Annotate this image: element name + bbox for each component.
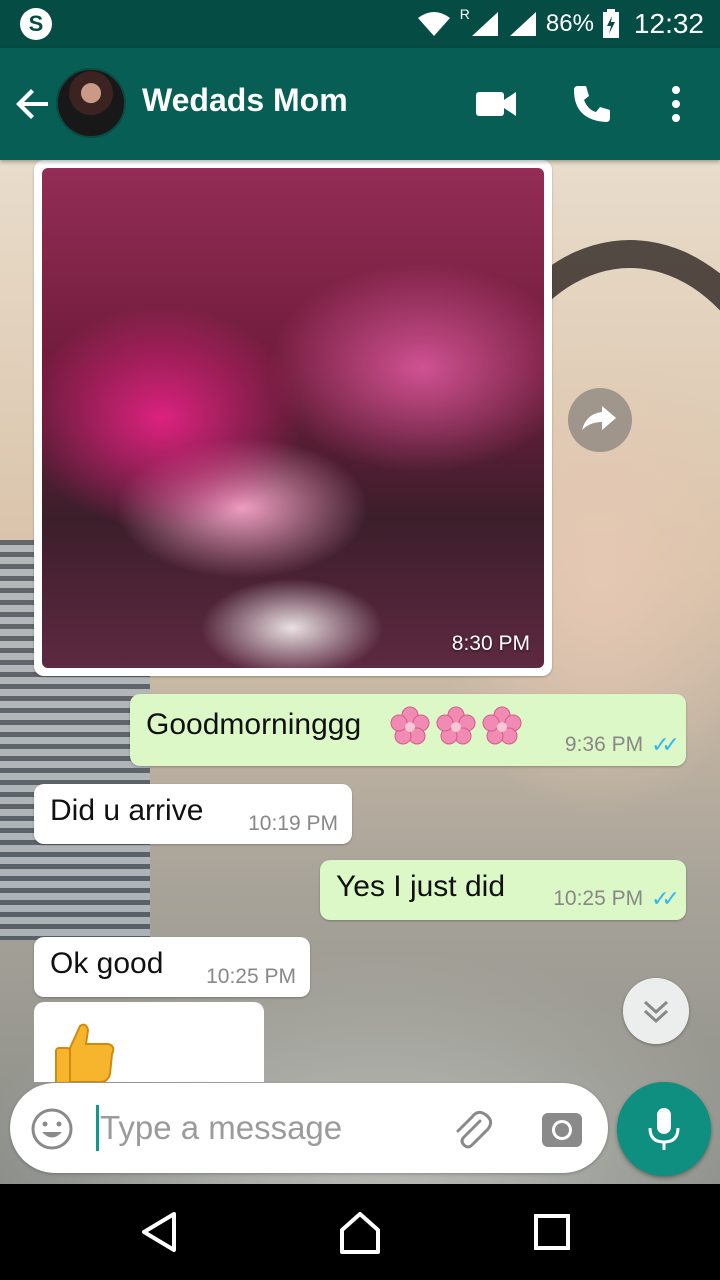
chat-header: Wedads Mom <box>0 48 720 160</box>
incoming-emoji-message[interactable] <box>34 1002 264 1082</box>
text-cursor <box>96 1105 99 1151</box>
mic-button[interactable] <box>617 1082 711 1176</box>
incoming-message[interactable]: Ok good 10:25 PM <box>34 937 310 997</box>
clock: 12:32 <box>633 8 704 39</box>
emoji-icon[interactable] <box>30 1107 74 1151</box>
forward-icon[interactable] <box>568 388 632 452</box>
roaming-indicator: R <box>459 6 470 22</box>
status-icons: R 86% 12:32 <box>416 0 704 48</box>
more-vert-icon[interactable] <box>654 82 698 126</box>
message-text: Yes I just did <box>336 870 505 903</box>
camera-icon[interactable] <box>540 1107 584 1151</box>
message-text: Did u arrive <box>50 794 204 827</box>
video-call-icon[interactable] <box>474 82 518 126</box>
message-time: 10:25 PM <box>553 887 644 910</box>
read-ticks-icon: ✓✓ <box>651 732 680 757</box>
message-time: 8:30 PM <box>451 632 530 655</box>
cherry-blossom-icon <box>436 706 476 745</box>
avatar[interactable] <box>56 68 126 138</box>
signal-icon <box>509 12 536 36</box>
message-text: Goodmorninggg <box>146 708 362 741</box>
message-input[interactable] <box>100 1103 410 1153</box>
contact-name[interactable]: Wedads Mom <box>142 82 348 119</box>
message-meta: 10:25 PM ✓✓ <box>553 886 680 912</box>
scroll-to-bottom-button[interactable] <box>623 978 689 1044</box>
nav-back-icon[interactable] <box>136 1208 184 1256</box>
incoming-message[interactable]: Did u arrive 10:19 PM <box>34 784 352 844</box>
phone-icon[interactable] <box>570 82 614 126</box>
message-meta: 9:36 PM ✓✓ <box>564 732 680 758</box>
status-bar: S R 86% 12:32 <box>0 0 720 48</box>
photo-thumbnail[interactable]: 8:30 PM <box>42 168 544 668</box>
message-time: 9:36 PM <box>564 733 644 756</box>
message-text: Ok good <box>50 947 164 980</box>
read-ticks-icon: ✓✓ <box>651 886 680 911</box>
nav-home-icon[interactable] <box>336 1208 384 1256</box>
attach-icon[interactable] <box>450 1107 494 1151</box>
cherry-blossom-icon <box>482 706 522 745</box>
message-meta: 10:19 PM <box>248 812 338 836</box>
flower-emoji-group <box>384 706 522 746</box>
message-composer <box>10 1083 608 1173</box>
wifi-icon <box>417 12 450 36</box>
cherry-blossom-icon <box>390 706 430 745</box>
nav-recents-icon[interactable] <box>528 1208 576 1256</box>
message-time: 10:19 PM <box>248 812 338 835</box>
battery-charging-icon <box>602 9 619 38</box>
skype-icon: S <box>20 8 52 40</box>
message-time: 10:25 PM <box>206 965 296 988</box>
message-meta: 10:25 PM <box>206 965 296 989</box>
chat-background[interactable]: 8:30 PM Goodmorninggg 9:36 PM ✓✓ Did u a… <box>0 160 720 1184</box>
back-arrow-icon[interactable] <box>12 80 52 128</box>
thumbs-up-icon <box>55 1023 115 1082</box>
outgoing-message[interactable]: Goodmorninggg 9:36 PM ✓✓ <box>130 694 686 766</box>
battery-percent: 86% <box>545 10 594 37</box>
image-message[interactable]: 8:30 PM <box>34 160 552 676</box>
outgoing-message[interactable]: Yes I just did 10:25 PM ✓✓ <box>320 860 686 920</box>
system-nav-bar <box>0 1184 720 1280</box>
signal-icon <box>471 12 498 36</box>
